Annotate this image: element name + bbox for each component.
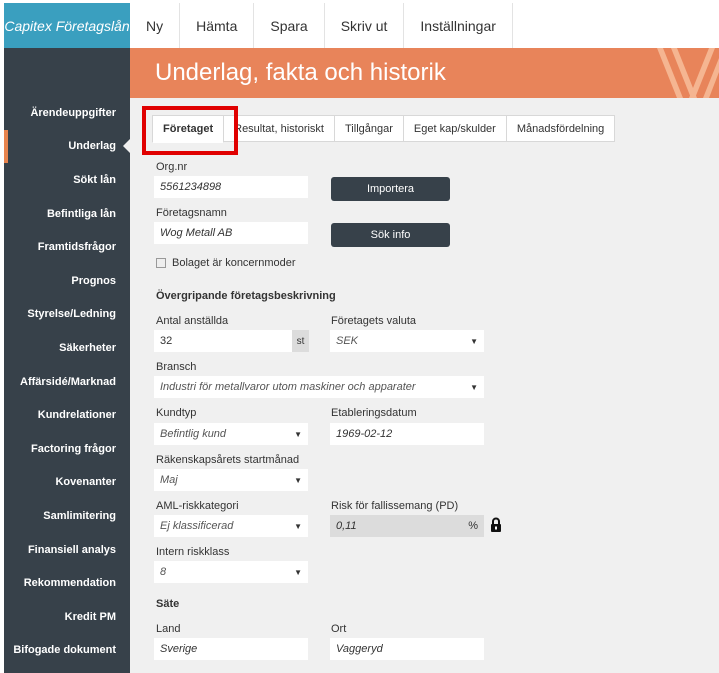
chevron-down-icon: ▼ (294, 475, 302, 485)
section-overview-heading: Övergripande företagsbeskrivning (156, 290, 336, 302)
sidebar-item-sakerheter[interactable]: Säkerheter (4, 331, 130, 365)
page-header: Underlag, fakta och historik (130, 48, 719, 98)
tab-resultat-historiskt[interactable]: Resultat, historiskt (224, 115, 335, 142)
section-seat-heading: Säte (156, 598, 180, 610)
city-label: Ort (331, 623, 347, 635)
currency-label: Företagets valuta (331, 315, 416, 327)
customer-type-select[interactable]: Befintlig kund ▼ (154, 423, 308, 445)
pd-field: 0,11 % (330, 515, 484, 537)
sidebar-item-kovenanter[interactable]: Kovenanter (4, 466, 130, 500)
industry-select[interactable]: Industri för metallvaror utom maskiner o… (154, 376, 484, 398)
main-content: Underlag, fakta och historik Företaget R… (130, 48, 719, 673)
sidebar-item-sokt-lan[interactable]: Sökt lån (4, 163, 130, 197)
fiscal-start-value: Maj (160, 474, 178, 486)
sidebar-item-styrelse[interactable]: Styrelse/Ledning (4, 298, 130, 332)
sidebar-item-samlimitering[interactable]: Samlimitering (4, 499, 130, 533)
nav-print[interactable]: Skriv ut (325, 3, 405, 48)
orgnr-field[interactable]: 5561234898 (154, 176, 308, 198)
pd-value: 0,11 (336, 520, 357, 532)
chevron-down-icon: ▼ (294, 521, 302, 531)
import-button[interactable]: Importera (331, 177, 450, 201)
country-label: Land (156, 623, 181, 635)
established-label: Etableringsdatum (331, 407, 417, 419)
city-field[interactable]: Vaggeryd (330, 638, 484, 660)
aml-value: Ej klassificerad (160, 520, 234, 532)
industry-value: Industri för metallvaror utom maskiner o… (160, 381, 416, 393)
nav-new[interactable]: Ny (130, 3, 181, 48)
sidebar-item-prognos[interactable]: Prognos (4, 264, 130, 298)
sidebar-item-finansiell-analys[interactable]: Finansiell analys (4, 533, 130, 567)
employees-label: Antal anställda (156, 315, 229, 327)
nav-settings[interactable]: Inställningar (404, 3, 513, 48)
sidebar-item-kredit-pm[interactable]: Kredit PM (4, 600, 130, 634)
customer-type-label: Kundtyp (156, 407, 197, 419)
tab-manadsfordelning[interactable]: Månadsfördelning (506, 115, 616, 142)
chevron-down-icon: ▼ (294, 567, 302, 577)
parent-company-label: Bolaget är koncernmoder (172, 257, 296, 269)
sidebar-item-kundrelationer[interactable]: Kundrelationer (4, 398, 130, 432)
pd-label: Risk för fallissemang (PD) (331, 500, 459, 512)
sidebar-item-befintliga-lan[interactable]: Befintliga lån (4, 197, 130, 231)
fiscal-start-select[interactable]: Maj ▼ (154, 469, 308, 491)
currency-value: SEK (336, 335, 359, 347)
header-logo-icon (657, 48, 719, 98)
sidebar-item-bifogade-dokument[interactable]: Bifogade dokument (4, 634, 130, 668)
highlight-box (142, 106, 238, 155)
aml-select[interactable]: Ej klassificerad ▼ (154, 515, 308, 537)
pd-unit: % (468, 520, 478, 532)
top-navigation: Ny Hämta Spara Skriv ut Inställningar (130, 3, 719, 48)
sidebar-item-rekommendation[interactable]: Rekommendation (4, 566, 130, 600)
chevron-down-icon: ▼ (470, 336, 478, 346)
company-name-field[interactable]: Wog Metall AB (154, 222, 308, 244)
app-brand[interactable]: Capitex Företagslån (4, 3, 130, 48)
country-field[interactable]: Sverige (154, 638, 308, 660)
sidebar: Ärendeuppgifter Underlag Sökt lån Befint… (4, 48, 131, 673)
sidebar-item-affarside[interactable]: Affärsidé/Marknad (4, 365, 130, 399)
industry-label: Bransch (156, 361, 197, 373)
fiscal-start-label: Räkenskapsårets startmånad (156, 454, 300, 466)
chevron-down-icon: ▼ (470, 382, 478, 392)
internal-risk-value: 8 (160, 566, 167, 578)
internal-risk-select[interactable]: 8 ▼ (154, 561, 308, 583)
parent-company-checkbox[interactable] (156, 258, 166, 268)
tab-eget-kap-skulder[interactable]: Eget kap/skulder (403, 115, 507, 142)
currency-select[interactable]: SEK ▼ (330, 330, 484, 352)
search-info-button[interactable]: Sök info (331, 223, 450, 247)
orgnr-label: Org.nr (156, 161, 188, 173)
established-date-field[interactable]: 1969-02-12 (330, 423, 484, 445)
aml-label: AML-riskkategori (156, 500, 239, 512)
internal-risk-label: Intern riskklass (156, 546, 230, 558)
employees-field[interactable]: 32 (154, 330, 292, 352)
sidebar-item-factoring[interactable]: Factoring frågor (4, 432, 130, 466)
lock-icon (491, 517, 501, 532)
company-name-label: Företagsnamn (156, 207, 227, 219)
customer-type-value: Befintlig kund (160, 428, 227, 440)
employees-unit: st (292, 330, 309, 352)
nav-fetch[interactable]: Hämta (180, 3, 255, 48)
page-title: Underlag, fakta och historik (155, 59, 446, 86)
tab-tillgangar[interactable]: Tillgångar (335, 115, 404, 142)
sidebar-item-framtidsfragor[interactable]: Framtidsfrågor (4, 230, 130, 264)
sidebar-item-underlag[interactable]: Underlag (4, 129, 131, 164)
sidebar-item-arendeuppgifter[interactable]: Ärendeuppgifter (4, 96, 130, 130)
nav-save[interactable]: Spara (254, 3, 325, 48)
chevron-down-icon: ▼ (294, 429, 302, 439)
